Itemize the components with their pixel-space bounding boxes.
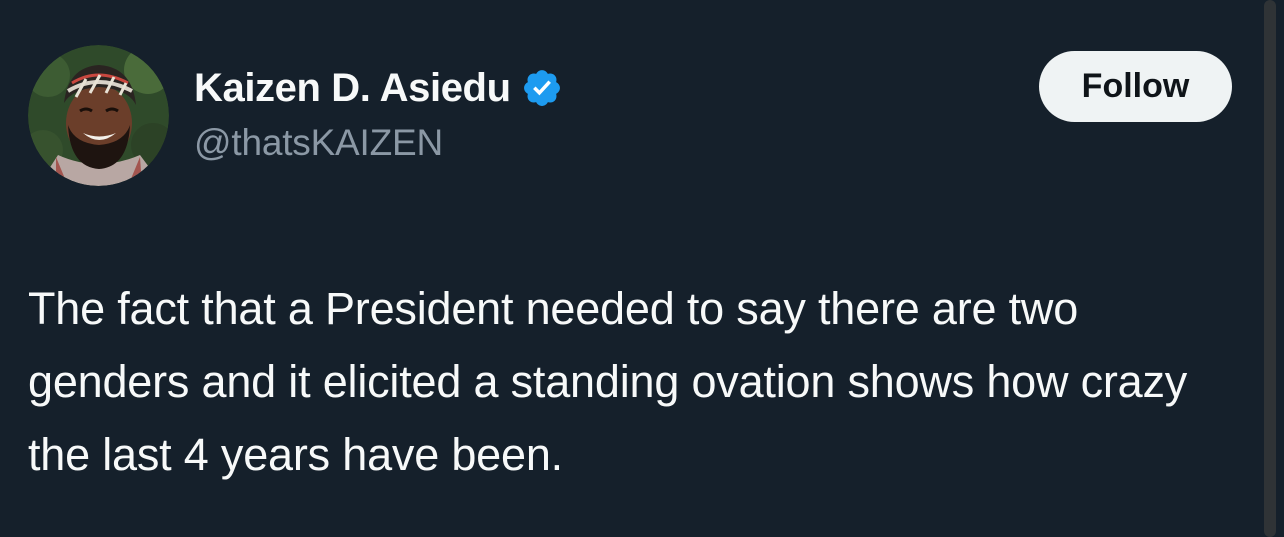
author-display-name[interactable]: Kaizen D. Asiedu <box>194 66 511 111</box>
follow-button[interactable]: Follow <box>1039 51 1232 122</box>
avatar-image <box>28 45 169 186</box>
avatar[interactable] <box>28 45 169 186</box>
author-handle[interactable]: @thatsKAIZEN <box>194 122 443 164</box>
scrollbar[interactable] <box>1264 0 1276 537</box>
tweet-card: Kaizen D. Asiedu @thatsKAIZEN Follow The… <box>0 0 1262 537</box>
verified-badge-icon <box>521 67 563 109</box>
tweet-text: The fact that a President needed to say … <box>28 283 1188 480</box>
author-name-row: Kaizen D. Asiedu <box>194 62 563 114</box>
